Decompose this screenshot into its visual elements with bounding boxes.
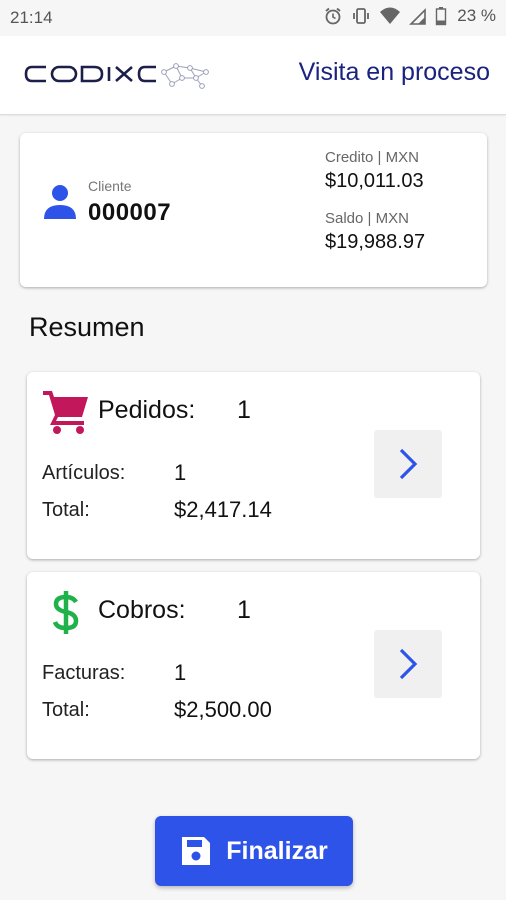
finalize-label: Finalizar (226, 836, 328, 865)
client-card: Cliente 000007 Credito | MXN $10,011.03 … (20, 133, 487, 287)
saldo-label: Saldo | MXN (325, 210, 409, 227)
signal-icon (409, 8, 427, 25)
pedidos-card: Pedidos: 1 Artículos: 1 Total: $2,417.14 (27, 372, 480, 559)
status-time: 21:14 (10, 8, 53, 27)
pedidos-count: 1 (237, 396, 251, 424)
dollar-icon (52, 591, 79, 634)
codix-logo (24, 58, 224, 90)
client-id: 000007 (88, 199, 172, 226)
status-icons: 23 % (323, 6, 496, 26)
cobros-total-label: Total: (42, 699, 90, 721)
cobros-label: Cobros: (98, 596, 186, 624)
credit-label: Credito | MXN (325, 149, 419, 166)
summary-title: Resumen (29, 312, 145, 342)
save-icon (182, 837, 211, 865)
pedidos-open-button[interactable] (374, 430, 442, 498)
pedidos-total-label: Total: (42, 499, 90, 521)
articulos-label: Artículos: (42, 462, 126, 484)
vibrate-icon (353, 8, 370, 24)
cobros-open-button[interactable] (374, 630, 442, 698)
cobros-card: Cobros: 1 Facturas: 1 Total: $2,500.00 (27, 572, 480, 759)
cobros-total-value: $2,500.00 (174, 697, 272, 722)
shopping-cart-icon (43, 391, 88, 434)
pedidos-label: Pedidos: (98, 396, 196, 424)
page-title: Visita en proceso (298, 58, 490, 86)
facturas-label: Facturas: (42, 662, 126, 684)
client-label: Cliente (88, 178, 132, 194)
app-header: Visita en proceso (0, 36, 506, 115)
saldo-value: $19,988.97 (325, 231, 426, 253)
battery-percent: 23 % (457, 6, 496, 25)
logo-wordmark (24, 63, 209, 89)
credit-value: $10,011.03 (325, 170, 424, 192)
facturas-value: 1 (174, 660, 187, 685)
articulos-value: 1 (174, 460, 187, 485)
person-icon (44, 185, 76, 219)
pedidos-total-value: $2,417.14 (174, 497, 272, 522)
alarm-icon (325, 7, 341, 25)
finalize-button[interactable]: Finalizar (155, 816, 353, 886)
cobros-count: 1 (237, 596, 251, 624)
battery-icon (436, 7, 447, 26)
wifi-icon (380, 7, 401, 24)
status-bar: 21:14 23 % (0, 0, 506, 36)
chevron-right-icon (399, 448, 418, 480)
chevron-right-icon (399, 648, 418, 680)
